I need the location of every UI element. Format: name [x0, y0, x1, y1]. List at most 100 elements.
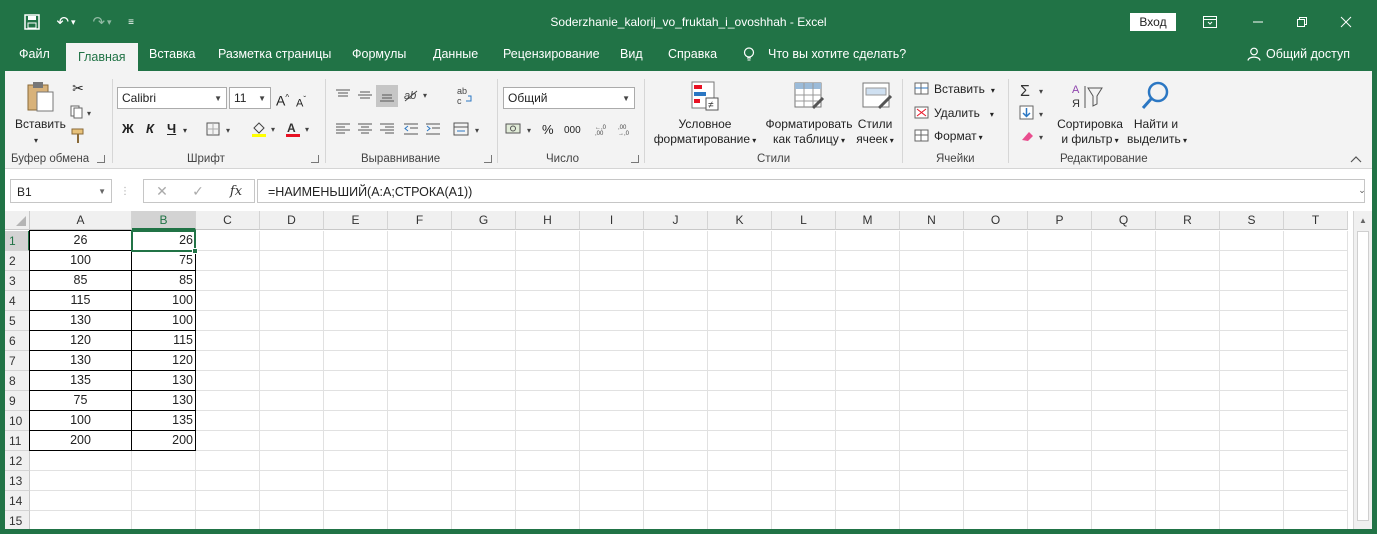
sort-filter-button[interactable]: Сортировка и фильтр ▾	[1053, 117, 1127, 148]
cell-o14[interactable]	[964, 491, 1028, 511]
cell-b5[interactable]: 100	[132, 311, 196, 331]
column-header-f[interactable]: F	[388, 211, 452, 230]
cell-h9[interactable]	[516, 391, 580, 411]
font-size-select[interactable]: 11 ▼	[229, 87, 271, 109]
cell-i8[interactable]	[580, 371, 644, 391]
column-header-m[interactable]: M	[836, 211, 900, 230]
cell-q3[interactable]	[1092, 271, 1156, 291]
cell-i11[interactable]	[580, 431, 644, 451]
cell-o11[interactable]	[964, 431, 1028, 451]
cell-m12[interactable]	[836, 451, 900, 471]
formula-input[interactable]: =НАИМЕНЬШИЙ(A:A;СТРОКА(A1))	[257, 179, 1365, 203]
cell-f10[interactable]	[388, 411, 452, 431]
cell-g5[interactable]	[452, 311, 516, 331]
cell-k9[interactable]	[708, 391, 772, 411]
cell-r4[interactable]	[1156, 291, 1220, 311]
cell-r10[interactable]	[1156, 411, 1220, 431]
cell-e4[interactable]	[324, 291, 388, 311]
cell-l13[interactable]	[772, 471, 836, 491]
column-header-k[interactable]: K	[708, 211, 772, 230]
column-header-l[interactable]: L	[772, 211, 836, 230]
cell-d3[interactable]	[260, 271, 324, 291]
cell-g9[interactable]	[452, 391, 516, 411]
cell-m1[interactable]	[836, 231, 900, 251]
cell-q4[interactable]	[1092, 291, 1156, 311]
underline-dropdown-icon[interactable]: ▾	[183, 123, 187, 138]
cell-c11[interactable]	[196, 431, 260, 451]
cell-e9[interactable]	[324, 391, 388, 411]
fill-color-icon[interactable]: ▾	[251, 120, 281, 138]
cell-p12[interactable]	[1028, 451, 1092, 471]
confirm-entry-icon[interactable]: ✓	[190, 183, 206, 199]
cell-k5[interactable]	[708, 311, 772, 331]
cell-o9[interactable]	[964, 391, 1028, 411]
cell-r15[interactable]	[1156, 511, 1220, 529]
insert-cells-button[interactable]: Вставить ▾	[934, 82, 995, 98]
conditional-formatting-icon[interactable]: ≠	[689, 79, 721, 113]
cell-b4[interactable]: 100	[132, 291, 196, 311]
cell-h15[interactable]	[516, 511, 580, 529]
cell-p14[interactable]	[1028, 491, 1092, 511]
cell-p2[interactable]	[1028, 251, 1092, 271]
cell-s5[interactable]	[1220, 311, 1284, 331]
ribbon-display-options-icon[interactable]	[1197, 11, 1223, 33]
cell-i1[interactable]	[580, 231, 644, 251]
format-cells-icon[interactable]	[913, 128, 931, 144]
cell-d10[interactable]	[260, 411, 324, 431]
cell-n5[interactable]	[900, 311, 964, 331]
cell-j2[interactable]	[644, 251, 708, 271]
cell-q11[interactable]	[1092, 431, 1156, 451]
cell-h11[interactable]	[516, 431, 580, 451]
cell-s13[interactable]	[1220, 471, 1284, 491]
tab-insert[interactable]: Вставка	[149, 47, 195, 61]
cell-o6[interactable]	[964, 331, 1028, 351]
more-options-icon[interactable]: ⋮	[120, 183, 130, 199]
cell-c13[interactable]	[196, 471, 260, 491]
cell-t12[interactable]	[1284, 451, 1348, 471]
cell-m11[interactable]	[836, 431, 900, 451]
cell-i7[interactable]	[580, 351, 644, 371]
column-header-i[interactable]: I	[580, 211, 644, 230]
row-header-8[interactable]: 8	[5, 371, 30, 391]
cell-n1[interactable]	[900, 231, 964, 251]
clipboard-launcher-icon[interactable]	[97, 155, 105, 163]
paste-button[interactable]: Вставить	[15, 117, 66, 132]
cell-n8[interactable]	[900, 371, 964, 391]
cell-m13[interactable]	[836, 471, 900, 491]
cell-o12[interactable]	[964, 451, 1028, 471]
cell-n10[interactable]	[900, 411, 964, 431]
cell-n9[interactable]	[900, 391, 964, 411]
cell-i13[interactable]	[580, 471, 644, 491]
cell-b12[interactable]	[132, 451, 196, 471]
cell-h3[interactable]	[516, 271, 580, 291]
cell-q9[interactable]	[1092, 391, 1156, 411]
cell-r7[interactable]	[1156, 351, 1220, 371]
delete-cells-button[interactable]: Удалить ▾	[934, 106, 994, 122]
cell-e2[interactable]	[324, 251, 388, 271]
cell-e3[interactable]	[324, 271, 388, 291]
cell-g3[interactable]	[452, 271, 516, 291]
cell-r1[interactable]	[1156, 231, 1220, 251]
cell-q14[interactable]	[1092, 491, 1156, 511]
cell-o5[interactable]	[964, 311, 1028, 331]
cell-c10[interactable]	[196, 411, 260, 431]
cell-b11[interactable]: 200	[132, 431, 196, 451]
tell-me-search[interactable]: Что вы хотите сделать?	[768, 47, 906, 61]
cell-j12[interactable]	[644, 451, 708, 471]
cell-b9[interactable]: 130	[132, 391, 196, 411]
tab-formulas[interactable]: Формулы	[352, 47, 406, 61]
underline-button[interactable]: Ч	[167, 121, 176, 136]
column-header-s[interactable]: S	[1220, 211, 1284, 230]
tab-help[interactable]: Справка	[668, 47, 717, 61]
cell-d9[interactable]	[260, 391, 324, 411]
cell-j10[interactable]	[644, 411, 708, 431]
cell-m2[interactable]	[836, 251, 900, 271]
cell-g1[interactable]	[452, 231, 516, 251]
cell-h13[interactable]	[516, 471, 580, 491]
cell-n6[interactable]	[900, 331, 964, 351]
cell-j15[interactable]	[644, 511, 708, 529]
cell-e10[interactable]	[324, 411, 388, 431]
row-header-2[interactable]: 2	[5, 251, 30, 271]
italic-button[interactable]: К	[146, 121, 154, 136]
share-button[interactable]: Общий доступ	[1266, 47, 1350, 61]
